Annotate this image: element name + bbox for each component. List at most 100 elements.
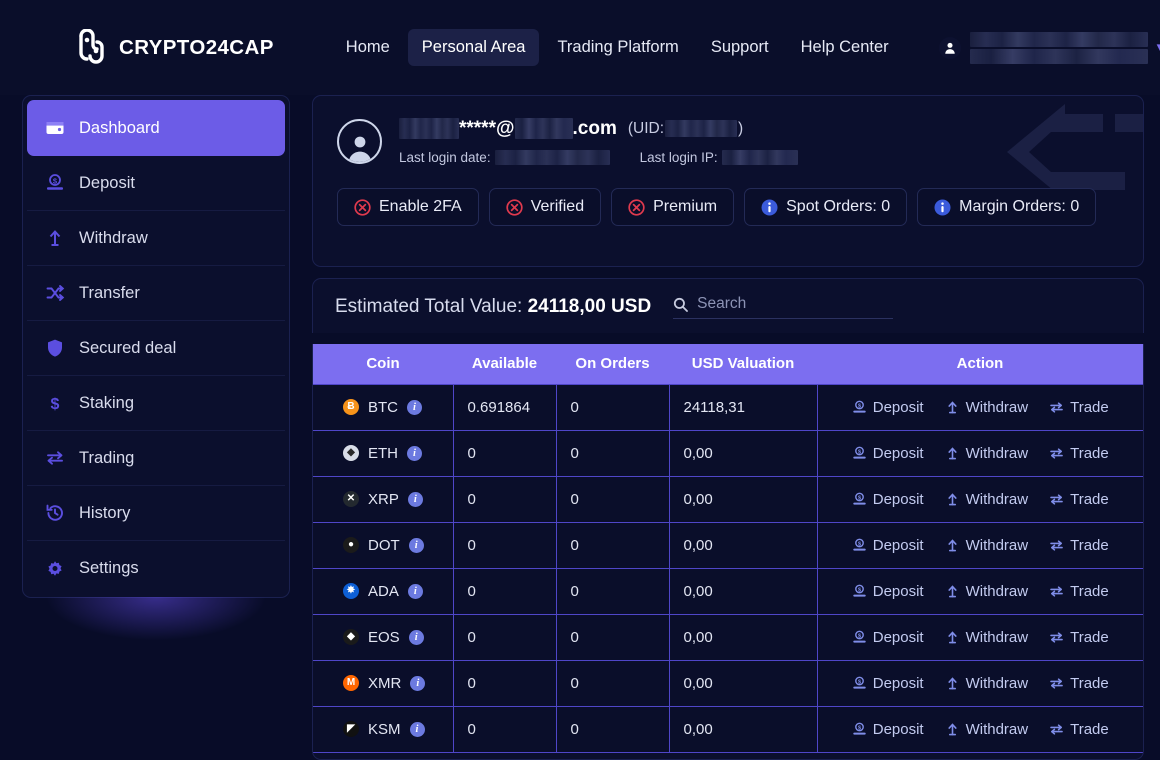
trade-action-label: Trade (1070, 490, 1109, 508)
badge-verified[interactable]: Verified (488, 188, 602, 226)
sidebar-item-transfer[interactable]: Transfer (27, 266, 285, 321)
brand[interactable]: CRYPTO24CAP (72, 27, 274, 67)
badge-label: Spot Orders: 0 (786, 198, 891, 215)
cell-action: $ Deposit Withdraw Trade (816, 521, 1143, 569)
user-email: *****@ .com (UID: ) (399, 118, 798, 139)
sidebar-item-label: Dashboard (79, 118, 160, 137)
search-input[interactable] (697, 295, 894, 313)
deposit-action-button[interactable]: $ Deposit (852, 537, 924, 554)
coin-symbol: DOT (368, 536, 400, 554)
uid-label: (UID: (627, 119, 665, 137)
badge-label: Enable 2FA (379, 198, 462, 215)
coin-info-icon[interactable]: i (408, 537, 424, 553)
coin-symbol: KSM (368, 720, 401, 738)
badge-enable-2fa[interactable]: Enable 2FA (337, 188, 479, 226)
deposit-action-button[interactable]: $ Deposit (852, 629, 924, 646)
trade-action-button[interactable]: Trade (1049, 537, 1109, 554)
deposit-action-button[interactable]: $ Deposit (852, 399, 924, 416)
gear-icon (45, 559, 65, 579)
deposit-action-label: Deposit (872, 582, 924, 600)
deposit-action-button[interactable]: $ Deposit (852, 491, 924, 508)
estimated-total-amount: 24118,00 USD (527, 296, 652, 317)
nav-link-help-center[interactable]: Help Center (787, 29, 903, 66)
brand-name: CRYPTO24CAP (119, 35, 274, 59)
withdraw-action-label: Withdraw (965, 536, 1029, 554)
sidebar-item-trading[interactable]: Trading (27, 431, 285, 486)
column-header-coin: Coin (313, 344, 453, 384)
cell-action: $ Deposit Withdraw Trade (816, 705, 1143, 753)
coin-info-icon[interactable]: i (407, 491, 423, 507)
exchange-icon (1049, 584, 1064, 599)
sidebar-item-label: Settings (79, 559, 139, 577)
sidebar-item-label: Transfer (79, 283, 140, 302)
trade-action-button[interactable]: Trade (1049, 629, 1109, 646)
coin-info-icon[interactable]: i (408, 629, 424, 645)
cell-action: $ Deposit Withdraw Trade (816, 659, 1143, 707)
withdraw-action-button[interactable]: Withdraw (945, 536, 1029, 554)
coin-symbol: ETH (368, 444, 398, 462)
status-badges: Enable 2FA Verified Premium Spot Orders:… (337, 188, 1119, 226)
withdraw-action-button[interactable]: Withdraw (945, 629, 1028, 646)
withdraw-action-button[interactable]: Withdraw (945, 675, 1028, 692)
sidebar-item-dashboard[interactable]: Dashboard (27, 100, 285, 156)
coin-info-icon[interactable]: i (407, 399, 422, 415)
trade-action-button[interactable]: Trade (1049, 675, 1109, 692)
trade-action-button[interactable]: Trade (1049, 721, 1109, 738)
svg-text:$: $ (858, 449, 861, 455)
withdraw-action-button[interactable]: Withdraw (945, 491, 1028, 508)
exchange-icon (1049, 446, 1064, 461)
exchange-icon (1049, 538, 1064, 553)
search-box[interactable] (673, 295, 894, 319)
badge-margin-orders[interactable]: Margin Orders: 0 (917, 188, 1097, 226)
withdraw-action-label: Withdraw (965, 444, 1029, 462)
trade-action-label: Trade (1070, 536, 1109, 554)
sidebar-item-label: Deposit (79, 173, 135, 192)
coin-info-icon[interactable]: i (410, 675, 426, 691)
deposit-icon: $ (852, 722, 867, 737)
deposit-action-label: Deposit (872, 536, 924, 554)
trade-action-button[interactable]: Trade (1049, 399, 1109, 416)
deposit-action-button[interactable]: $ Deposit (852, 445, 924, 462)
trade-action-button[interactable]: Trade (1049, 583, 1109, 600)
withdraw-action-button[interactable]: Withdraw (945, 583, 1028, 600)
nav-link-personal-area[interactable]: Personal Area (407, 29, 540, 66)
coin-symbol: XMR (368, 674, 402, 692)
withdraw-action-label: Withdraw (965, 398, 1029, 416)
cell-on-orders: 0 (555, 659, 670, 707)
cell-action: $ Deposit Withdraw Trade (816, 383, 1143, 431)
coin-symbol: ADA (368, 582, 399, 600)
sidebar-item-history[interactable]: History (27, 486, 285, 541)
coin-info-icon[interactable]: i (409, 721, 425, 737)
nav-link-home[interactable]: Home (332, 29, 404, 66)
deposit-action-label: Deposit (872, 720, 924, 738)
svg-text:$: $ (858, 633, 861, 639)
withdraw-action-button[interactable]: Withdraw (945, 721, 1028, 738)
sidebar-item-staking[interactable]: $ Staking (27, 376, 285, 431)
sidebar-item-deposit[interactable]: $ Deposit (27, 156, 285, 211)
withdraw-action-button[interactable]: Withdraw (945, 444, 1029, 462)
badge-premium[interactable]: Premium (611, 188, 735, 226)
sidebar-item-withdraw[interactable]: Withdraw (27, 211, 285, 266)
trade-action-button[interactable]: Trade (1049, 491, 1109, 508)
coin-info-icon[interactable]: i (407, 445, 422, 461)
withdraw-action-button[interactable]: Withdraw (945, 398, 1029, 416)
nav-link-trading-platform[interactable]: Trading Platform (543, 29, 692, 66)
deposit-action-button[interactable]: $ Deposit (852, 583, 924, 600)
deposit-action-button[interactable]: $ Deposit (852, 721, 924, 738)
circle-x-icon (628, 198, 645, 216)
withdraw-icon (945, 446, 960, 461)
badge-spot-orders[interactable]: Spot Orders: 0 (744, 188, 908, 226)
coin-icon-eos: ◆ (343, 629, 359, 645)
user-menu[interactable]: ▾ (938, 31, 1160, 64)
cell-coin: ◆ EOS i (313, 613, 454, 661)
sidebar-item-secured-deal[interactable]: Secured deal (27, 321, 285, 376)
cell-on-orders: 0 (555, 383, 670, 431)
deposit-action-button[interactable]: $ Deposit (852, 675, 924, 692)
cell-usd-valuation: 0,00 (668, 659, 818, 707)
nav-link-support[interactable]: Support (697, 29, 783, 66)
chevron-down-icon[interactable]: ▾ (1157, 40, 1160, 55)
svg-text:$: $ (858, 541, 861, 547)
coin-info-icon[interactable]: i (407, 583, 423, 599)
sidebar-item-settings[interactable]: Settings (27, 541, 285, 596)
trade-action-button[interactable]: Trade (1049, 445, 1109, 462)
